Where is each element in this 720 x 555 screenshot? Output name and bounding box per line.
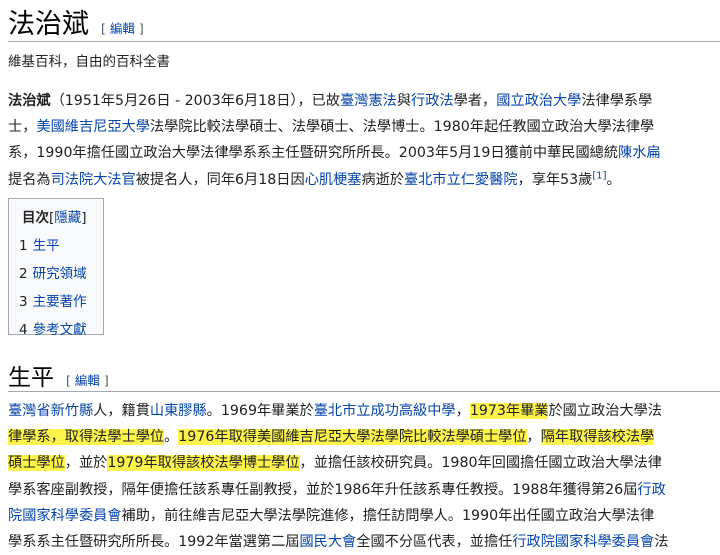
text: 與 [396,93,412,109]
link-hsinchu[interactable]: 臺灣省新竹縣 [8,403,93,419]
link-myocardial-infarction[interactable]: 心肌梗塞 [305,172,362,188]
toc-title: 目次[隱藏] [22,206,93,226]
page-title: 法治斌 [8,9,89,40]
text: ，享年53歲 [517,171,593,188]
text: 法學院比較法學碩士、法學碩士、法學博士。1980年起任教國立政治大學法律學 [149,119,655,136]
bio-paragraph: 臺灣省新竹縣人，籍貫山東膠縣。1969年畢業於臺北市立成功高級中學，1973年畢… [8,398,714,555]
highlighted-text: 隔年取得該校法學 [540,429,655,446]
text: ，並擔任該校研究員。1980年回國擔任國立政治大學法律 [299,455,662,472]
text: ， [455,403,470,419]
text: 學系客座副教授，隔年便擔任該系專任副教授，並於1986年升任該系專任教授。198… [8,481,638,498]
highlighted-text: 1973年畢業 [469,403,549,419]
bio-line: 學系系主任暨研究所所長。1992年當選第二屆國民大會全國不分區代表，並擔任行政院… [8,529,714,555]
text: ，並於 [64,455,108,472]
text: 補助，前往維吉尼亞大學法學院進修，擔任訪問學人。1990年出任國立政治大學法律 [121,507,655,524]
bio-line: 學系客座副教授，隔年便擔任該系專任副教授，並於1986年升任該系專任教授。198… [8,477,714,503]
toc-label: 研究領域 [32,266,87,282]
link-executive-yuan[interactable]: 行政 [637,482,665,498]
text: ， [526,429,541,446]
section-divider [8,391,720,392]
intro-line: 士，美國維吉尼亞大學法學院比較法學碩士、法學碩士、法學博士。1980年起任教國立… [8,114,714,140]
link-renai-hospital[interactable]: 臺北市立仁愛醫院 [404,172,518,188]
toc-toggle-wrap: [隱藏] [49,210,87,226]
intro-line: 系，1990年擔任國立政治大學法律學系系主任暨研究所所長。2003年5月19日獲… [8,140,714,166]
reference-link[interactable]: [1] [592,170,606,181]
toc-item[interactable]: 3 主要著作 [19,290,93,310]
text: 士， [8,119,37,136]
highlighted-text: 碩士學位 [8,455,65,472]
text: 系，1990年擔任國立政治大學法律學系系主任暨研究所所長。2003年5月19日獲… [8,145,619,162]
text: 提名為 [8,171,51,188]
edit-link[interactable]: 編輯 [110,21,135,36]
toc-heading: 目次 [22,210,49,226]
toc-label: 生平 [32,238,60,254]
highlighted-text: 律學系，取得法學士學位 [8,429,165,446]
intro-line: 提名為司法院大法官被提名人，同年6月18日因心肌梗塞病逝於臺北市立仁愛醫院，享年… [8,167,714,193]
toc-item[interactable]: 4 參考文獻 [19,318,93,338]
text: 。 [164,429,179,446]
link-grand-justice[interactable]: 司法院大法官 [51,172,136,188]
subject-name: 法治斌 [8,93,51,109]
link-taiwan-constitution[interactable]: 臺灣憲法 [340,93,397,109]
text: （1951年5月26日 - 2003年6月18日），已故 [50,93,341,109]
text: 法律學系學 [581,93,653,109]
link-jiao-county[interactable]: 山東膠縣 [150,403,207,419]
title-divider [8,41,720,42]
table-of-contents: 目次[隱藏] 1 生平 2 研究領域 3 主要著作 4 參考文獻 [8,198,104,338]
bracket: ] [81,210,87,226]
edit-section-link: [ 編輯 ] [101,21,144,36]
link-nccu[interactable]: 國立政治大學 [496,93,581,109]
toc-label: 主要著作 [32,294,87,310]
site-tagline: 維基百科，自由的百科全書 [8,54,170,70]
intro-line: 法治斌（1951年5月26日 - 2003年6月18日），已故臺灣憲法與行政法學… [8,88,714,114]
toc-label: 參考文獻 [32,322,87,338]
link-chenggong-high-school[interactable]: 臺北市立成功高級中學 [314,403,456,419]
toc-number: 2 [19,266,28,282]
intro-paragraph: 法治斌（1951年5月26日 - 2003年6月18日），已故臺灣憲法與行政法學… [8,88,714,193]
bio-line: 律學系，取得法學士學位。1976年取得美國維吉尼亞大學法學院比較法學碩士學位，隔… [8,424,714,450]
toc-number: 4 [19,322,28,338]
text: 。1969年畢業於 [206,403,314,419]
toc-number: 3 [19,294,28,310]
text: 於國立政治大學法 [548,403,662,419]
text: 病逝於 [361,171,405,188]
toc-item[interactable]: 2 研究領域 [19,262,93,282]
highlighted-text: 1976年取得美國維吉尼亞大學法學院比較法學碩士學位 [178,429,527,446]
link-administrative-law[interactable]: 行政法 [411,93,454,109]
edit-link[interactable]: 編輯 [75,373,100,388]
link-chen-shui-bian[interactable]: 陳水扁 [618,145,661,161]
section-heading: 生平 [8,365,54,391]
toc-item[interactable]: 1 生平 [19,234,93,254]
text: 學者， [453,93,497,109]
link-uva[interactable]: 美國維吉尼亞大學 [36,119,150,135]
bio-line: 院國家科學委員會補助，前往維吉尼亞大學法學院進修，擔任訪問學人。1990年出任國… [8,503,714,529]
toc-hide-toggle[interactable]: 隱藏 [54,210,81,226]
section-heading-row: 生平 [ 編輯 ] [8,358,109,392]
highlighted-text: 1979年取得該校法學博士學位 [107,455,300,472]
text: 人，籍貫 [93,403,150,419]
bio-line: 碩士學位，並於1979年取得該校法學博士學位，並擔任該校研究員。1980年回國擔… [8,450,714,476]
edit-section-link: [ 編輯 ] [66,373,109,388]
bio-line: 臺灣省新竹縣人，籍貫山東膠縣。1969年畢業於臺北市立成功高級中學，1973年畢… [8,398,714,424]
toc-number: 1 [19,238,28,254]
text: 。 [606,171,621,188]
link-nsc[interactable]: 院國家科學委員會 [8,508,122,524]
page-title-row: 法治斌 [ 編輯 ] [8,2,144,40]
text: 被提名人，同年6月18日因 [135,171,305,188]
